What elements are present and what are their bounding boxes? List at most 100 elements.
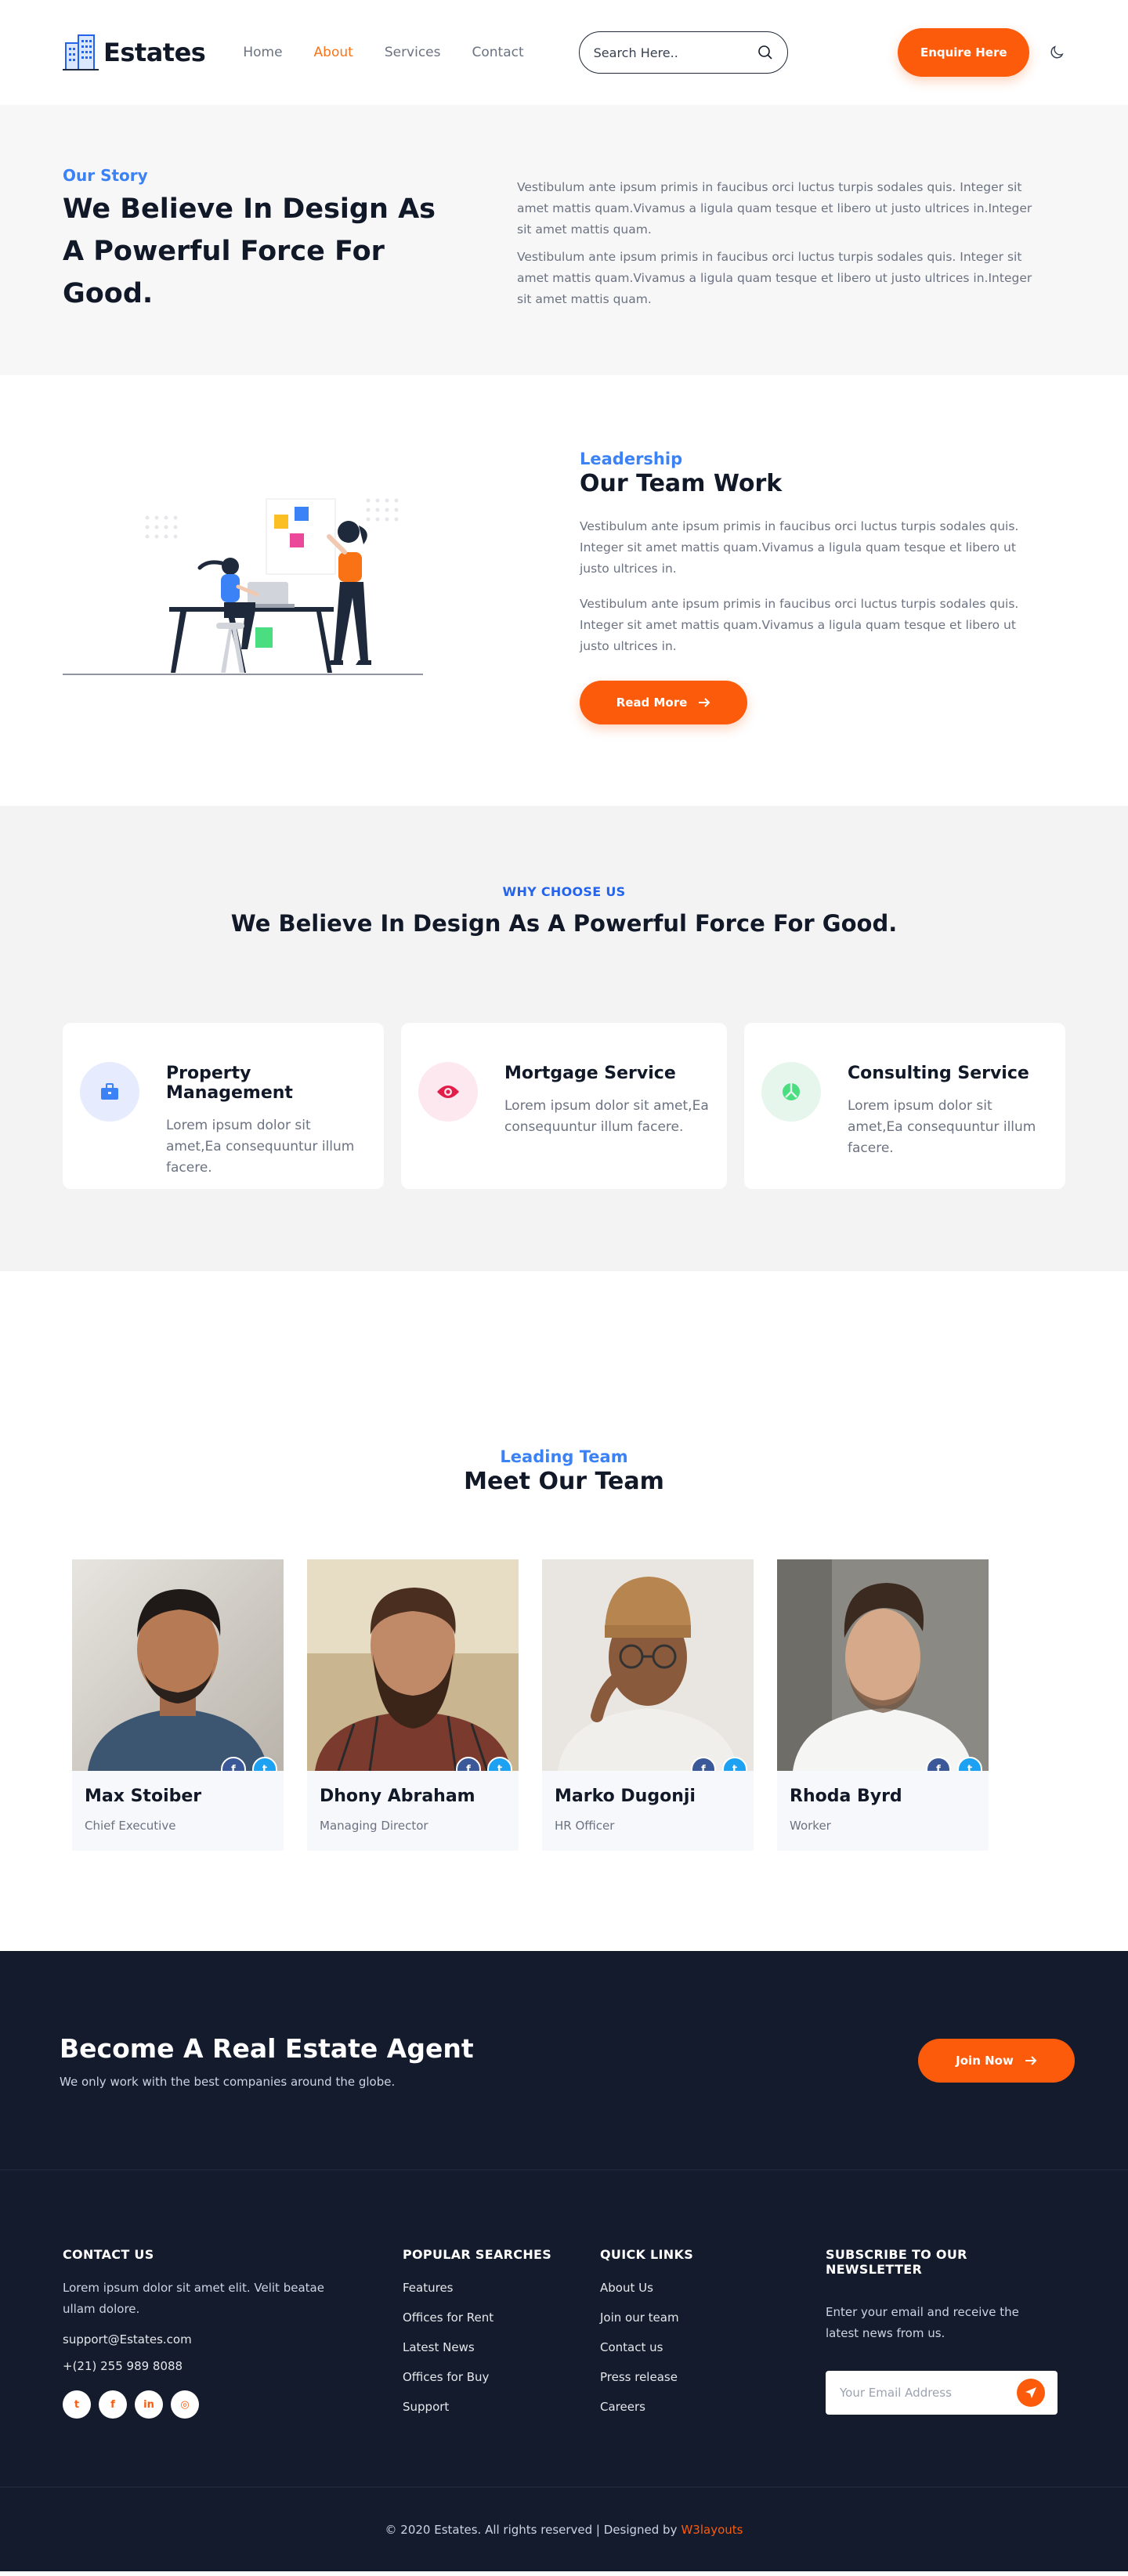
facebook-icon[interactable]: f (691, 1757, 716, 1771)
member-photo: f t (307, 1559, 519, 1771)
meet-title: Meet Our Team (464, 1468, 664, 1495)
site-header: Estates Home About Services Contact Enqu… (0, 0, 1128, 105)
member-photo: f t (72, 1559, 284, 1771)
search-box (578, 31, 789, 74)
team-member-card: f t Rhoda Byrd Worker (777, 1559, 989, 1851)
enquire-button[interactable]: Enquire Here (898, 28, 1030, 77)
footer-heading: CONTACT US (63, 2247, 154, 2262)
newsletter-text: Enter your email and receive the latest … (826, 2305, 1019, 2340)
service-card-consulting[interactable]: Consulting Service Lorem ipsum dolor sit… (744, 1023, 1065, 1189)
member-role: HR Officer (555, 1819, 615, 1833)
our-story-section: Our Story We Believe In Design As A Powe… (0, 105, 1128, 375)
footer-popular: POPULAR SEARCHES Features Offices for Re… (403, 2247, 600, 2430)
briefcase-icon (80, 1062, 139, 1122)
copyright-text: © 2020 Estates. All rights reserved | De… (385, 2522, 678, 2537)
agent-title: Become A Real Estate Agent (60, 2032, 474, 2064)
search-input[interactable] (593, 45, 750, 60)
nav-about[interactable]: About (314, 45, 353, 60)
footer-link[interactable]: Latest News (403, 2340, 600, 2354)
member-role: Worker (790, 1819, 831, 1833)
join-now-label: Join Now (956, 2054, 1014, 2068)
nav-home[interactable]: Home (243, 45, 282, 60)
newsletter-email-input[interactable] (840, 2386, 1004, 2400)
meet-team-section: Leading Team Meet Our Team f t Max Stoib… (0, 1271, 1128, 1951)
arrow-right-icon (1025, 2056, 1037, 2065)
footer-link[interactable]: About Us (600, 2281, 826, 2295)
twitter-icon[interactable]: t (722, 1757, 747, 1771)
member-name: Dhony Abraham (320, 1787, 475, 1806)
read-more-label: Read More (616, 695, 688, 710)
card-text: Lorem ipsum dolor sit amet,Ea consequunt… (848, 1098, 1036, 1156)
send-icon[interactable] (1017, 2379, 1045, 2407)
arrow-right-icon (699, 698, 710, 707)
why-eyebrow: WHY CHOOSE US (502, 884, 626, 899)
newsletter-form (826, 2371, 1058, 2415)
footer-link[interactable]: Contact us (600, 2340, 826, 2354)
member-photo: f t (542, 1559, 754, 1771)
moon-icon[interactable] (1048, 43, 1065, 62)
logo[interactable]: Estates (63, 32, 206, 73)
footer-heading: QUICK LINKS (600, 2247, 694, 2262)
teamwork-paragraph: Vestibulum ante ipsum primis in faucibus… (580, 597, 1019, 653)
story-paragraph: Vestibulum ante ipsum primis in faucibus… (517, 180, 1032, 237)
agent-subtitle: We only work with the best companies aro… (60, 2074, 396, 2089)
member-name: Rhoda Byrd (790, 1787, 902, 1806)
teamwork-title: Our Team Work (580, 470, 783, 497)
main-nav: Home About Services Contact (243, 45, 523, 60)
facebook-icon[interactable]: f (221, 1757, 246, 1771)
nav-services[interactable]: Services (385, 45, 441, 60)
footer-heading: SUBSCRIBE TO OUR NEWSLETTER (826, 2247, 967, 2277)
why-title: We Believe In Design As A Powerful Force… (230, 910, 898, 937)
twitter-icon[interactable]: t (63, 2390, 91, 2419)
logo-text: Estates (103, 38, 206, 67)
join-now-button[interactable]: Join Now (918, 2039, 1075, 2083)
search-icon[interactable] (757, 45, 773, 60)
team-member-card: f t Dhony Abraham Managing Director (307, 1559, 519, 1851)
card-text: Lorem ipsum dolor sit amet,Ea consequunt… (504, 1098, 709, 1135)
team-member-card: f t Marko Dugonji HR Officer (542, 1559, 754, 1851)
why-choose-us-section: WHY CHOOSE US We Believe In Design As A … (0, 806, 1128, 1271)
footer-link[interactable]: Join our team (600, 2310, 826, 2325)
nav-contact[interactable]: Contact (472, 45, 524, 60)
instagram-icon[interactable]: ◎ (171, 2390, 199, 2419)
twitter-icon[interactable]: t (957, 1757, 982, 1771)
footer-link[interactable]: Support (403, 2400, 600, 2414)
linkedin-icon[interactable]: in (135, 2390, 163, 2419)
contact-email[interactable]: support@Estates.com (63, 2332, 403, 2347)
contact-phone[interactable]: +(21) 255 989 8088 (63, 2359, 403, 2373)
teamwork-eyebrow: Leadership (580, 450, 683, 468)
meet-eyebrow: Leading Team (500, 1447, 628, 1466)
service-card-property[interactable]: Property Management Lorem ipsum dolor si… (63, 1023, 384, 1189)
footer-link[interactable]: Press release (600, 2370, 826, 2384)
site-footer: CONTACT US Lorem ipsum dolor sit amet el… (0, 2170, 1128, 2487)
footer-heading: POPULAR SEARCHES (403, 2247, 552, 2262)
service-card-mortgage[interactable]: Mortgage Service Lorem ipsum dolor sit a… (401, 1023, 727, 1189)
designer-link[interactable]: W3layouts (681, 2523, 743, 2537)
member-role: Managing Director (320, 1819, 428, 1833)
facebook-icon[interactable]: f (456, 1757, 481, 1771)
contact-text: Lorem ipsum dolor sit amet elit. Velit b… (63, 2281, 324, 2316)
team-work-section: Leadership Our Team Work Vestibulum ante… (0, 375, 1128, 806)
footer-link[interactable]: Offices for Rent (403, 2310, 600, 2325)
eye-icon (418, 1062, 478, 1122)
teamwork-paragraph: Vestibulum ante ipsum primis in faucibus… (580, 519, 1019, 576)
facebook-icon[interactable]: f (99, 2390, 127, 2419)
member-name: Marko Dugonji (555, 1787, 696, 1806)
peace-icon (761, 1062, 821, 1122)
team-work-illustration (63, 450, 580, 747)
member-name: Max Stoiber (85, 1787, 202, 1806)
read-more-button[interactable]: Read More (580, 681, 747, 724)
footer-link[interactable]: Features (403, 2281, 600, 2295)
footer-quick-links: QUICK LINKS About Us Join our team Conta… (600, 2247, 826, 2430)
member-photo: f t (777, 1559, 989, 1771)
card-title: Consulting Service (848, 1064, 1029, 1083)
agent-banner: Become A Real Estate Agent We only work … (0, 1951, 1128, 2170)
member-role: Chief Executive (85, 1819, 176, 1833)
card-text: Lorem ipsum dolor sit amet,Ea consequunt… (166, 1118, 355, 1176)
facebook-icon[interactable]: f (926, 1757, 951, 1771)
twitter-icon[interactable]: t (252, 1757, 277, 1771)
card-title: Property Management (166, 1064, 293, 1103)
twitter-icon[interactable]: t (487, 1757, 512, 1771)
footer-link[interactable]: Careers (600, 2400, 826, 2414)
footer-link[interactable]: Offices for Buy (403, 2370, 600, 2384)
